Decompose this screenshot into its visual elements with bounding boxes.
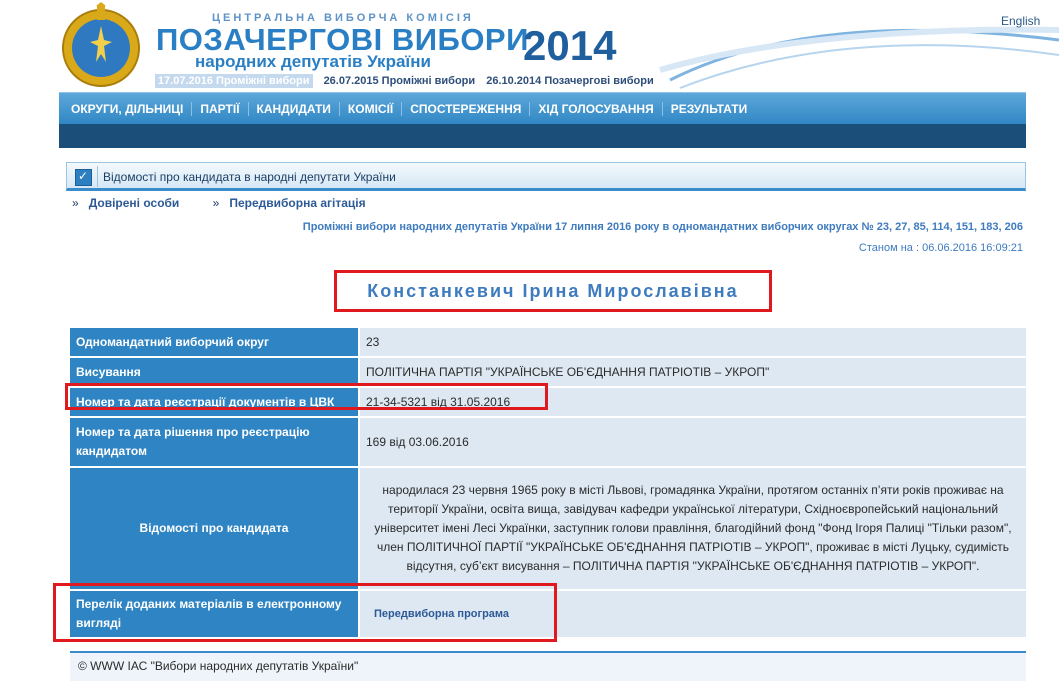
nav-item-commissions[interactable]: КОМІСІЇ — [340, 102, 403, 116]
row-label: Висування — [70, 358, 360, 386]
footer: © WWW ІАС "Вибори народних депутатів Укр… — [70, 651, 1026, 681]
tab-trusted-persons[interactable]: Довірені особи — [89, 196, 180, 210]
row-label: Відомості про кандидата — [70, 468, 360, 589]
tab-campaigning[interactable]: Передвиборна агітація — [229, 196, 365, 210]
highlight-registration-box — [65, 383, 548, 410]
arrow-right-icon: ▶ — [146, 76, 153, 86]
row-label: Номер та дата рішення про реєстрацію кан… — [70, 418, 360, 466]
candidate-name-box: Констанкевич Ірина Мирославівна — [334, 270, 772, 312]
header-swoosh-decoration — [659, 26, 1059, 89]
row-value: 23 — [360, 328, 1026, 356]
candidate-name: Констанкевич Ірина Мирославівна — [367, 281, 739, 301]
row-value: народилася 23 червня 1965 року в місті Л… — [360, 468, 1026, 589]
table-row: Відомості про кандидата народилася 23 че… — [70, 468, 1026, 589]
nav-item-parties[interactable]: ПАРТІЇ — [192, 102, 249, 116]
english-language-link[interactable]: English — [1001, 14, 1040, 28]
section-header: ✓ Відомості про кандидата в народні депу… — [66, 162, 1026, 191]
footer-copyright: © WWW ІАС "Вибори народних депутатів Укр… — [78, 659, 359, 673]
site-header: ЦЕНТРАЛЬНА ВИБОРЧА КОМІСІЯ ПОЗАЧЕРГОВІ В… — [0, 0, 1059, 92]
election-description: Проміжні вибори народних депутатів Украї… — [302, 221, 1023, 233]
checkbox-icon: ✓ — [75, 169, 92, 186]
section-tabs: » Довірені особи » Передвиборна агітація — [72, 196, 396, 210]
nav-item-candidates[interactable]: КАНДИДАТИ — [249, 102, 340, 116]
row-value: 169 від 03.06.2016 — [360, 418, 1026, 466]
row-value: ПОЛІТИЧНА ПАРТІЯ "УКРАЇНСЬКЕ ОБ'ЄДНАННЯ … — [360, 358, 1026, 386]
nav-item-districts[interactable]: ОКРУГИ, ДІЛЬНИЦІ — [63, 102, 193, 116]
section-title: Відомості про кандидата в народні депута… — [103, 170, 396, 184]
chevron-right-icon: » — [72, 196, 79, 210]
divider — [97, 166, 98, 187]
page: ЦЕНТРАЛЬНА ВИБОРЧА КОМІСІЯ ПОЗАЧЕРГОВІ В… — [0, 0, 1059, 685]
nav-item-voting-progress[interactable]: ХІД ГОЛОСУВАННЯ — [530, 102, 663, 116]
elections-year: 2014 — [523, 22, 617, 69]
nav-item-observation[interactable]: СПОСТЕРЕЖЕННЯ — [402, 102, 531, 116]
table-row: Номер та дата рішення про реєстрацію кан… — [70, 418, 1026, 466]
nav-item-results[interactable]: РЕЗУЛЬТАТИ — [663, 102, 756, 116]
sub-nav-bar — [59, 124, 1026, 148]
cvk-emblem-icon — [62, 2, 140, 87]
highlight-materials-box — [53, 583, 557, 642]
elections-subtitle: народних депутатів України — [195, 52, 431, 71]
election-links: ▶ 17.07.2016 Проміжні вибори 26.07.2015 П… — [146, 74, 662, 88]
row-label: Одномандатний виборчий округ — [70, 328, 360, 356]
table-row: Висування ПОЛІТИЧНА ПАРТІЯ "УКРАЇНСЬКЕ О… — [70, 358, 1026, 386]
table-row: Одномандатний виборчий округ 23 — [70, 328, 1026, 356]
election-link-2015[interactable]: 26.07.2015 Проміжні вибори — [324, 75, 476, 87]
chevron-right-icon: » — [212, 196, 220, 210]
election-link-2014[interactable]: 26.10.2014 Позачергові вибори — [486, 75, 654, 87]
status-timestamp: Станом на : 06.06.2016 16:09:21 — [858, 242, 1023, 254]
main-nav: ОКРУГИ, ДІЛЬНИЦІ ПАРТІЇ КАНДИДАТИ КОМІСІ… — [59, 92, 1026, 125]
election-link-2016[interactable]: 17.07.2016 Проміжні вибори — [154, 74, 313, 88]
